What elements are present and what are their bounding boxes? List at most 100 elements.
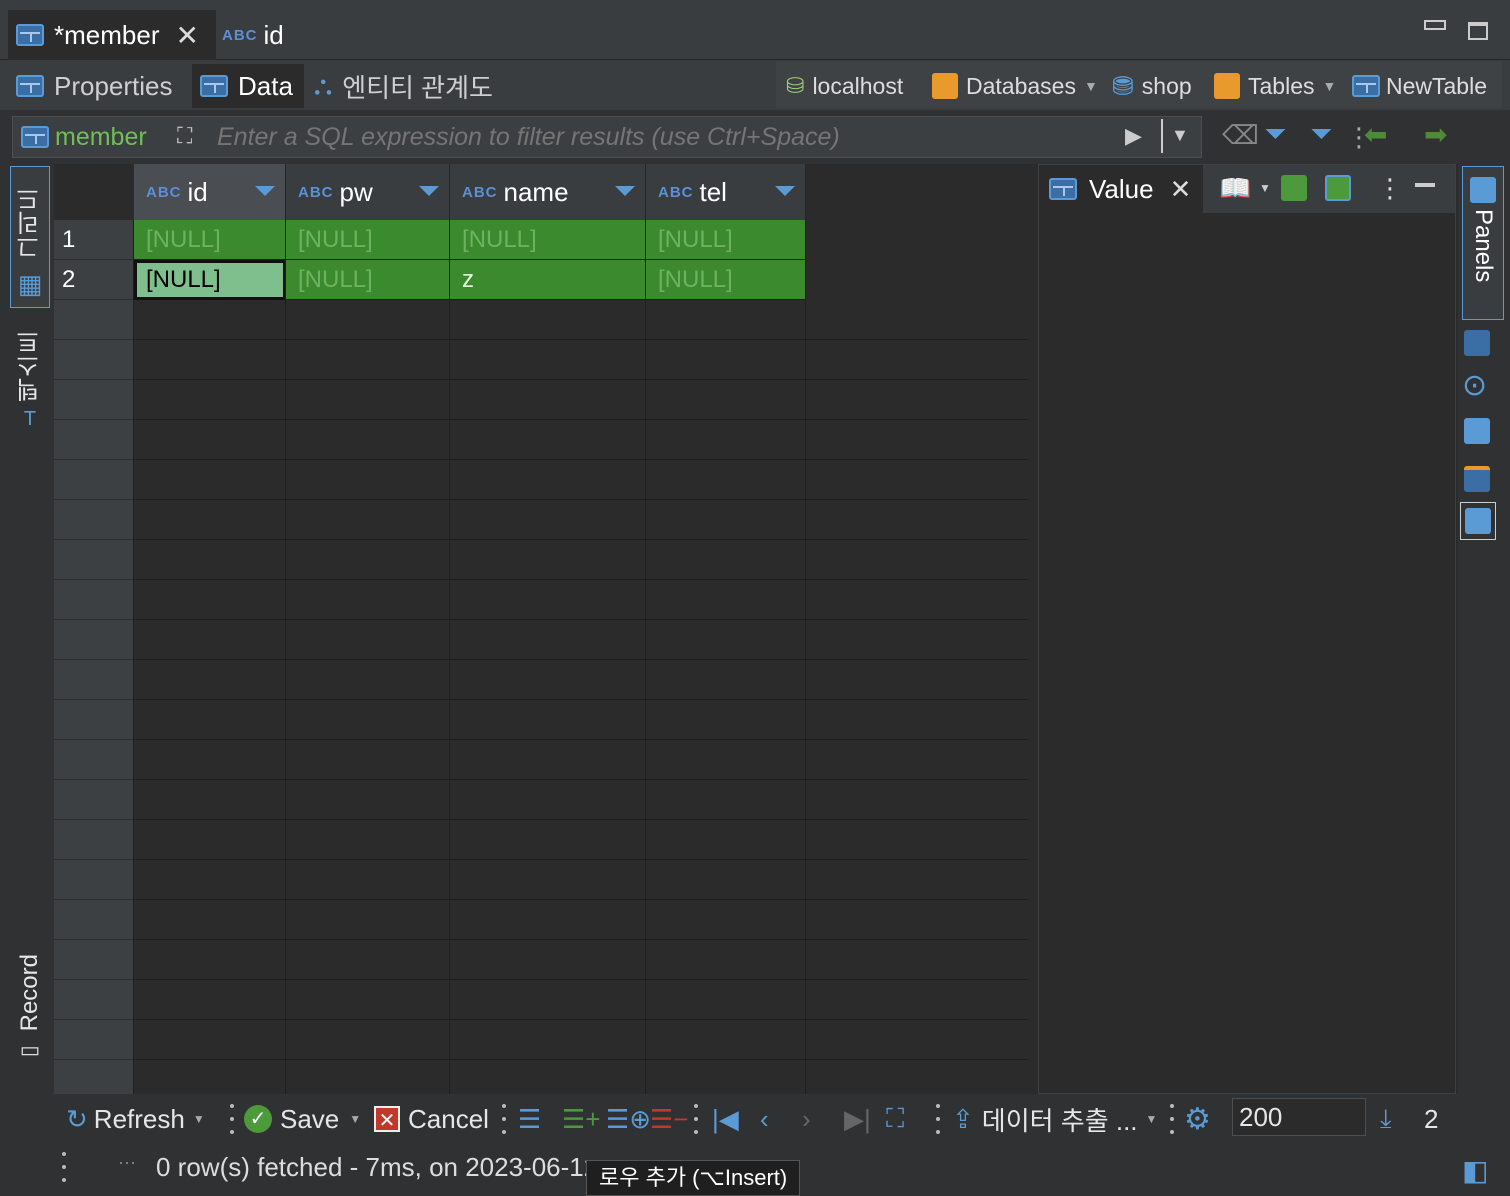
settings-gear-icon[interactable]: ⚙ — [1184, 1100, 1211, 1138]
checkmark-icon: ✓ — [244, 1105, 272, 1133]
table-cell[interactable]: [NULL] — [646, 260, 806, 300]
breadcrumb-databases-label: Databases — [966, 72, 1076, 99]
column-type-badge: ABC — [462, 183, 498, 201]
back-arrow-icon[interactable]: ⬅ — [1364, 118, 1387, 151]
column-header-tel[interactable]: ABC tel — [646, 164, 806, 220]
grid-line — [449, 220, 450, 1094]
chevron-down-icon[interactable]: ▼ — [193, 1112, 205, 1126]
previous-page-icon[interactable]: ‹ — [760, 1100, 769, 1138]
empty-row-header — [54, 860, 134, 900]
grid-line — [134, 419, 1028, 420]
column-type-badge: ABC — [298, 183, 334, 201]
empty-row-header — [54, 300, 134, 340]
value-panel-toggle[interactable] — [1460, 502, 1496, 540]
close-icon[interactable]: ✕ — [175, 19, 198, 52]
forward-arrow-icon[interactable]: ➡ — [1424, 118, 1447, 151]
edit-row-icon[interactable]: ☰ — [518, 1100, 541, 1138]
column-header-label: id — [187, 176, 208, 207]
content-viewer-icon[interactable]: 📖 — [1219, 173, 1251, 204]
add-row-icon[interactable]: ☰+ — [562, 1100, 601, 1138]
next-page-icon[interactable]: › — [802, 1100, 811, 1138]
column-header-pw[interactable]: ABC pw — [286, 164, 450, 220]
minimize-icon[interactable] — [1415, 183, 1435, 187]
minimize-icon[interactable] — [1424, 20, 1446, 30]
column-header-id[interactable]: ABC id — [134, 164, 286, 220]
export-data-button[interactable]: ⇪ 데이터 추출 ... ▼ — [952, 1100, 1157, 1138]
left-view-switcher: 그리드 ▦ 텍스트 T Record ▭ — [0, 164, 54, 1094]
save-button[interactable]: ✓ Save ▼ — [244, 1100, 361, 1138]
tab-data[interactable]: Data — [192, 64, 304, 108]
editor-tab-id-label: id — [263, 19, 284, 50]
breadcrumb-shop[interactable]: ⛃ shop — [1112, 64, 1192, 108]
copy-row-icon[interactable]: ☰⊕ — [606, 1100, 651, 1138]
calculator-icon[interactable] — [1464, 330, 1490, 356]
save-to-file-icon[interactable] — [1325, 175, 1351, 201]
breadcrumb-newtable[interactable]: NewTable — [1352, 64, 1487, 108]
more-icon[interactable]: ⋮ — [1377, 173, 1403, 204]
filter-input[interactable] — [217, 119, 1117, 155]
tab-text-view[interactable]: 텍스트 T — [10, 330, 50, 440]
expand-icon[interactable]: ⛶ — [177, 123, 192, 149]
grid-line — [134, 939, 1028, 940]
folder-icon — [932, 73, 958, 99]
tab-properties-label: Properties — [54, 70, 173, 101]
first-page-icon[interactable]: |◀ — [712, 1100, 739, 1138]
filter-settings-icon[interactable]: ⏷ — [1264, 118, 1286, 151]
editor-tab-member[interactable]: *member ✕ — [8, 10, 216, 60]
breadcrumb-localhost[interactable]: ⛁ localhost — [786, 64, 903, 108]
chevron-down-icon: ▼ — [1083, 78, 1098, 94]
grid-line — [134, 1059, 1028, 1060]
references-icon[interactable] — [1464, 466, 1490, 492]
filter-history-dropdown-icon[interactable]: ▼ — [1171, 125, 1189, 146]
table-cell[interactable]: [NULL] — [286, 260, 450, 300]
chevron-down-icon[interactable]: ▼ — [349, 1112, 361, 1126]
execute-filter-icon[interactable]: ▶ — [1125, 123, 1142, 149]
table-cell-selected[interactable]: [NULL] — [134, 260, 286, 300]
column-header-name[interactable]: ABC name — [450, 164, 646, 220]
tab-record-view-label: Record — [16, 954, 43, 1032]
panel-layout-icon[interactable]: ◧ — [1462, 1154, 1488, 1187]
save-icon[interactable] — [1281, 175, 1307, 201]
refresh-button[interactable]: ↻ Refresh ▼ — [66, 1100, 205, 1138]
table-icon — [1352, 75, 1380, 97]
cancel-button[interactable]: ✕ Cancel — [374, 1100, 489, 1138]
fetch-all-icon[interactable]: ⛶ — [886, 1100, 904, 1138]
grid-line — [134, 1019, 1028, 1020]
table-cell[interactable]: z — [450, 260, 646, 300]
value-tab[interactable]: Value ✕ — [1039, 165, 1203, 213]
sort-dropdown-icon[interactable] — [615, 186, 635, 196]
maximize-icon[interactable] — [1468, 22, 1488, 40]
delete-row-icon[interactable]: ☰− — [650, 1100, 689, 1138]
sort-dropdown-icon[interactable] — [419, 186, 439, 196]
panels-toggle[interactable]: Panels — [1462, 166, 1504, 320]
chevron-down-icon[interactable]: ▼ — [1146, 1112, 1158, 1126]
eraser-icon[interactable]: ⌫ — [1222, 120, 1259, 151]
column-header-label: name — [503, 176, 569, 207]
filter-icon[interactable]: ⏷ — [1310, 118, 1332, 151]
ellipsis-icon[interactable]: ··· — [118, 1152, 136, 1173]
save-label: Save — [280, 1103, 340, 1134]
er-diagram-icon: ⛬ — [314, 70, 333, 100]
table-cell[interactable]: [NULL] — [450, 220, 646, 260]
export-icon: ⇪ — [952, 1103, 974, 1134]
fetch-size-input[interactable] — [1232, 1098, 1366, 1136]
metadata-icon[interactable] — [1464, 418, 1490, 444]
table-cell[interactable]: [NULL] — [646, 220, 806, 260]
tab-grid-view[interactable]: 그리드 ▦ — [10, 166, 50, 308]
tab-er-diagram[interactable]: ⛬ 엔티티 관계도 — [308, 64, 508, 108]
table-cell[interactable]: [NULL] — [134, 220, 286, 260]
table-cell[interactable]: [NULL] — [286, 220, 450, 260]
chevron-down-icon[interactable]: ▼ — [1259, 181, 1271, 195]
sort-dropdown-icon[interactable] — [775, 186, 795, 196]
row-number[interactable]: 1 — [54, 220, 134, 260]
last-page-icon[interactable]: ▶| — [844, 1100, 871, 1138]
close-icon[interactable]: ✕ — [1170, 174, 1192, 205]
tab-properties[interactable]: Properties — [8, 64, 190, 108]
sort-dropdown-icon[interactable] — [255, 186, 275, 196]
editor-tab-id[interactable]: ABC id — [222, 10, 322, 60]
breadcrumb-tables[interactable]: Tables ▼ — [1214, 64, 1336, 108]
row-number[interactable]: 2 — [54, 260, 134, 300]
breadcrumb-databases[interactable]: Databases ▼ — [932, 64, 1098, 108]
grouping-icon[interactable]: ⊙ — [1462, 368, 1487, 403]
tab-record-view[interactable]: Record ▭ — [10, 954, 50, 1074]
